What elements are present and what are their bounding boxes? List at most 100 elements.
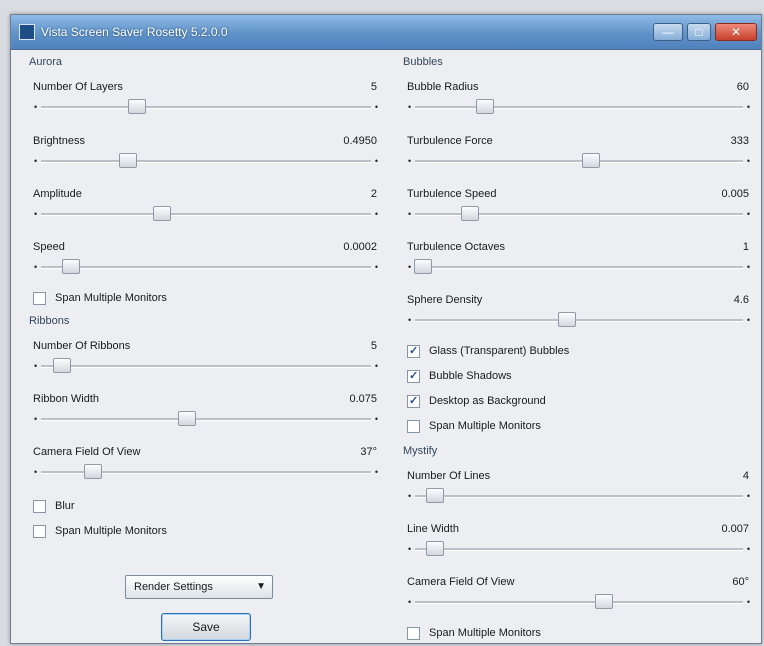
speed-slider[interactable]: • • [33, 256, 379, 280]
checkbox-box[interactable]: ✓ [407, 370, 420, 383]
checkbox-box[interactable] [407, 627, 420, 640]
slider-min-tick: • [408, 102, 412, 112]
line-width-control: Line Width 0.007 • • [403, 523, 751, 573]
turbulence-octaves-slider[interactable]: • • [407, 256, 751, 280]
slider-thumb[interactable] [476, 99, 495, 114]
bubbles-span-monitors-checkbox[interactable]: Span Multiple Monitors [407, 418, 751, 436]
checkbox-box[interactable] [407, 420, 420, 433]
ribbon-width-control: Ribbon Width 0.075 • • [29, 393, 379, 443]
turbulence-speed-label: Turbulence Speed [407, 188, 497, 200]
slider-min-tick: • [408, 597, 412, 607]
sphere-density-control: Sphere Density 4.6 • • [403, 294, 751, 344]
slider-track [41, 266, 371, 269]
slider-thumb[interactable] [127, 99, 146, 114]
ribbon-width-slider[interactable]: • • [33, 408, 379, 432]
minimize-icon: — [662, 25, 674, 39]
save-button[interactable]: Save [161, 613, 251, 641]
ribbon-width-value: 0.075 [349, 393, 377, 405]
slider-thumb[interactable] [582, 153, 601, 168]
bubble-radius-slider[interactable]: • • [407, 96, 751, 120]
slider-min-tick: • [34, 209, 38, 219]
glass-bubbles-checkbox[interactable]: ✓ Glass (Transparent) Bubbles [407, 343, 751, 361]
slider-min-tick: • [34, 262, 38, 272]
sphere-density-label: Sphere Density [407, 294, 483, 306]
desktop-background-label: Desktop as Background [429, 395, 546, 407]
line-width-slider[interactable]: • • [407, 538, 751, 562]
glass-bubbles-label: Glass (Transparent) Bubbles [429, 345, 570, 357]
mystify-span-monitors-label: Span Multiple Monitors [429, 627, 541, 639]
number-of-ribbons-label: Number Of Ribbons [33, 340, 131, 352]
maximize-button[interactable]: □ [687, 23, 711, 41]
mystify-camera-fov-value: 60° [732, 576, 749, 588]
slider-thumb[interactable] [557, 312, 576, 327]
blur-label: Blur [55, 500, 75, 512]
slider-min-tick: • [408, 262, 412, 272]
group-title-ribbons: Ribbons [29, 315, 70, 327]
slider-max-tick: • [746, 156, 750, 166]
ribbons-camera-fov-control: Camera Field Of View 37° • • [29, 446, 379, 496]
checkbox-box[interactable] [33, 525, 46, 538]
bubble-shadows-label: Bubble Shadows [429, 370, 512, 382]
slider-thumb[interactable] [426, 541, 445, 556]
number-of-layers-control: Number Of Layers 5 • • [29, 81, 379, 131]
settings-window: Vista Screen Saver Rosetty 5.2.0.0 — □ ✕… [10, 14, 762, 644]
minimize-button[interactable]: — [653, 23, 683, 41]
bubbles-span-monitors-label: Span Multiple Monitors [429, 420, 541, 432]
slider-max-tick: • [374, 361, 378, 371]
slider-track [415, 319, 743, 322]
slider-thumb[interactable] [414, 259, 432, 274]
slider-thumb[interactable] [118, 153, 137, 168]
slider-track [41, 418, 371, 421]
slider-thumb[interactable] [426, 488, 445, 503]
mystify-camera-fov-label: Camera Field Of View [407, 576, 515, 588]
checkbox-box[interactable]: ✓ [407, 345, 420, 358]
render-settings-value: Render Settings [134, 581, 213, 593]
slider-thumb[interactable] [52, 358, 71, 373]
aurora-span-monitors-checkbox[interactable]: Span Multiple Monitors [33, 290, 379, 308]
bubble-shadows-checkbox[interactable]: ✓ Bubble Shadows [407, 368, 751, 386]
turbulence-speed-control: Turbulence Speed 0.005 • • [403, 188, 751, 238]
render-settings-dropdown[interactable]: Render Settings ▼ [125, 575, 273, 599]
aurora-span-monitors-label: Span Multiple Monitors [55, 292, 167, 304]
brightness-slider[interactable]: • • [33, 150, 379, 174]
blur-checkbox[interactable]: Blur [33, 498, 379, 516]
slider-thumb[interactable] [153, 206, 172, 221]
slider-max-tick: • [746, 262, 750, 272]
checkbox-box[interactable] [33, 500, 46, 513]
slider-min-tick: • [34, 467, 38, 477]
turbulence-speed-slider[interactable]: • • [407, 203, 751, 227]
turbulence-force-slider[interactable]: • • [407, 150, 751, 174]
turbulence-octaves-value: 1 [742, 241, 749, 253]
bubble-radius-label: Bubble Radius [407, 81, 479, 93]
line-width-value: 0.007 [721, 523, 749, 535]
mystify-camera-fov-control: Camera Field Of View 60° • • [403, 576, 751, 626]
number-of-layers-slider[interactable]: • • [33, 96, 379, 120]
sphere-density-slider[interactable]: • • [407, 309, 751, 333]
turbulence-force-value: 333 [730, 135, 749, 147]
amplitude-slider[interactable]: • • [33, 203, 379, 227]
slider-thumb[interactable] [61, 259, 80, 274]
slider-max-tick: • [746, 102, 750, 112]
slider-thumb[interactable] [83, 464, 102, 479]
checkbox-box[interactable] [33, 292, 46, 305]
close-button[interactable]: ✕ [715, 23, 757, 41]
slider-thumb[interactable] [178, 411, 197, 426]
ribbons-span-monitors-checkbox[interactable]: Span Multiple Monitors [33, 523, 379, 541]
checkbox-box[interactable]: ✓ [407, 395, 420, 408]
desktop-background-checkbox[interactable]: ✓ Desktop as Background [407, 393, 751, 411]
title-bar[interactable]: Vista Screen Saver Rosetty 5.2.0.0 — □ ✕ [11, 15, 761, 50]
mystify-span-monitors-checkbox[interactable]: Span Multiple Monitors [407, 625, 751, 643]
group-title-bubbles: Bubbles [403, 56, 443, 68]
number-of-lines-slider[interactable]: • • [407, 485, 751, 509]
ribbons-camera-fov-slider[interactable]: • • [33, 461, 379, 485]
checkmark-icon: ✓ [409, 395, 419, 407]
slider-thumb[interactable] [460, 206, 479, 221]
amplitude-value: 2 [370, 188, 377, 200]
slider-track [41, 213, 371, 216]
number-of-layers-value: 5 [370, 81, 377, 93]
group-title-mystify: Mystify [403, 445, 438, 457]
number-of-ribbons-control: Number Of Ribbons 5 • • [29, 340, 379, 390]
mystify-camera-fov-slider[interactable]: • • [407, 591, 751, 615]
number-of-ribbons-slider[interactable]: • • [33, 355, 379, 379]
slider-thumb[interactable] [594, 594, 613, 609]
